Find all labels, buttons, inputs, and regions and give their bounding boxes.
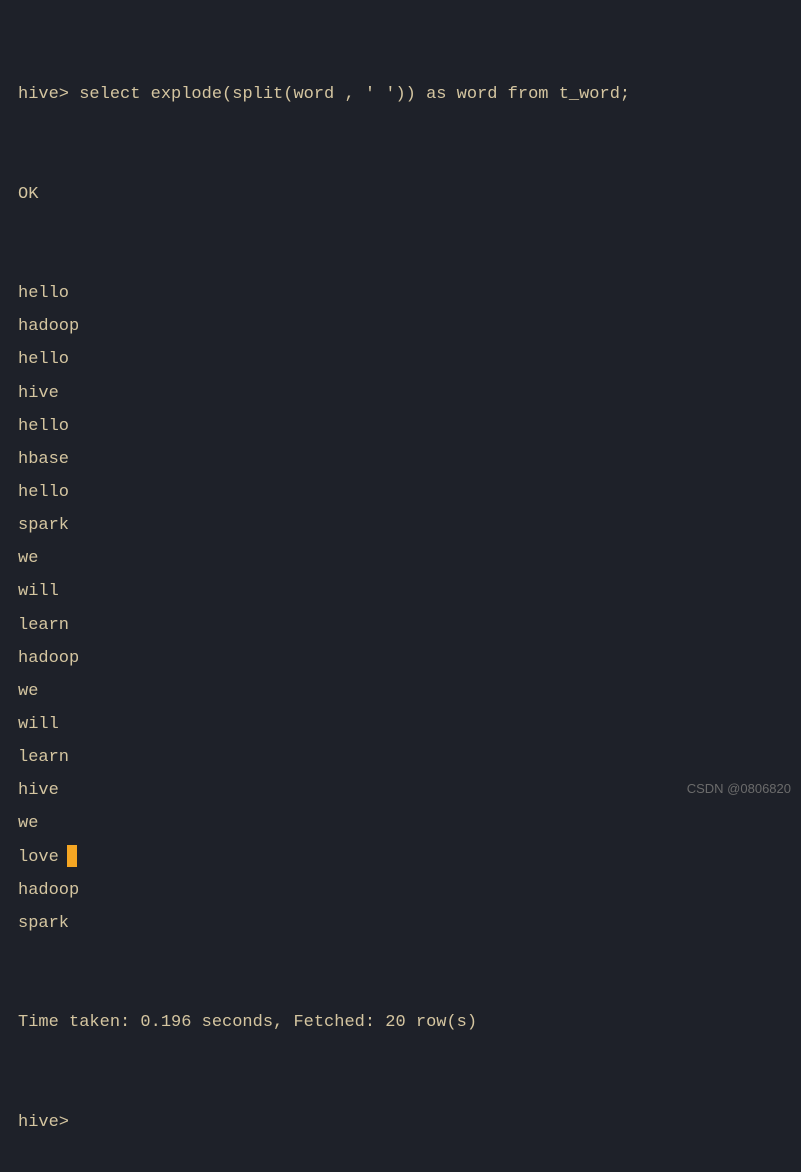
result-row: love — [18, 841, 783, 874]
result-word: we — [18, 814, 38, 833]
result-word: will — [18, 582, 59, 601]
result-row: will — [18, 708, 783, 741]
result-word: hive — [18, 781, 59, 800]
result-row: hive — [18, 377, 783, 410]
next-prompt: hive> — [18, 1106, 783, 1139]
prompt: hive> — [18, 85, 69, 104]
result-word: spark — [18, 516, 69, 535]
result-row: we — [18, 807, 783, 840]
result-word: hello — [18, 483, 69, 502]
command-line: hive> select explode(split(word , ' ')) … — [18, 78, 783, 111]
result-row: spark — [18, 509, 783, 542]
result-word: hadoop — [18, 317, 79, 336]
result-word: will — [18, 715, 59, 734]
result-row: hive — [18, 774, 783, 807]
results-container: hello hadoop hello hive hello hbase hello spark… — [18, 277, 783, 940]
timing-line: Time taken: 0.196 seconds, Fetched: 20 r… — [18, 1006, 783, 1039]
result-row: we — [18, 542, 783, 575]
result-word: hello — [18, 350, 69, 369]
result-word: learn — [18, 616, 69, 635]
result-word: love — [18, 848, 59, 867]
result-word: hadoop — [18, 649, 79, 668]
result-row: hello — [18, 410, 783, 443]
result-row: we — [18, 675, 783, 708]
result-row: hello — [18, 277, 783, 310]
result-word: learn — [18, 748, 69, 767]
result-word: hello — [18, 284, 69, 303]
result-word: hbase — [18, 450, 69, 469]
result-word: we — [18, 682, 38, 701]
result-row: hadoop — [18, 874, 783, 907]
result-word: we — [18, 549, 38, 568]
terminal-output[interactable]: hive> select explode(split(word , ' ')) … — [18, 12, 783, 1172]
result-word: hive — [18, 384, 59, 403]
result-row: hello — [18, 476, 783, 509]
result-row: will — [18, 575, 783, 608]
cursor — [67, 845, 77, 867]
result-row: learn — [18, 609, 783, 642]
status-line: OK — [18, 178, 783, 211]
result-row: hadoop — [18, 642, 783, 675]
result-word: spark — [18, 914, 69, 933]
result-row: hbase — [18, 443, 783, 476]
watermark: CSDN @0806820 — [687, 776, 791, 801]
result-word: hadoop — [18, 881, 79, 900]
result-row: learn — [18, 741, 783, 774]
result-word: hello — [18, 417, 69, 436]
result-row: hadoop — [18, 310, 783, 343]
command-text: select explode(split(word , ' ')) as wor… — [69, 85, 630, 104]
result-row: hello — [18, 343, 783, 376]
result-row: spark — [18, 907, 783, 940]
